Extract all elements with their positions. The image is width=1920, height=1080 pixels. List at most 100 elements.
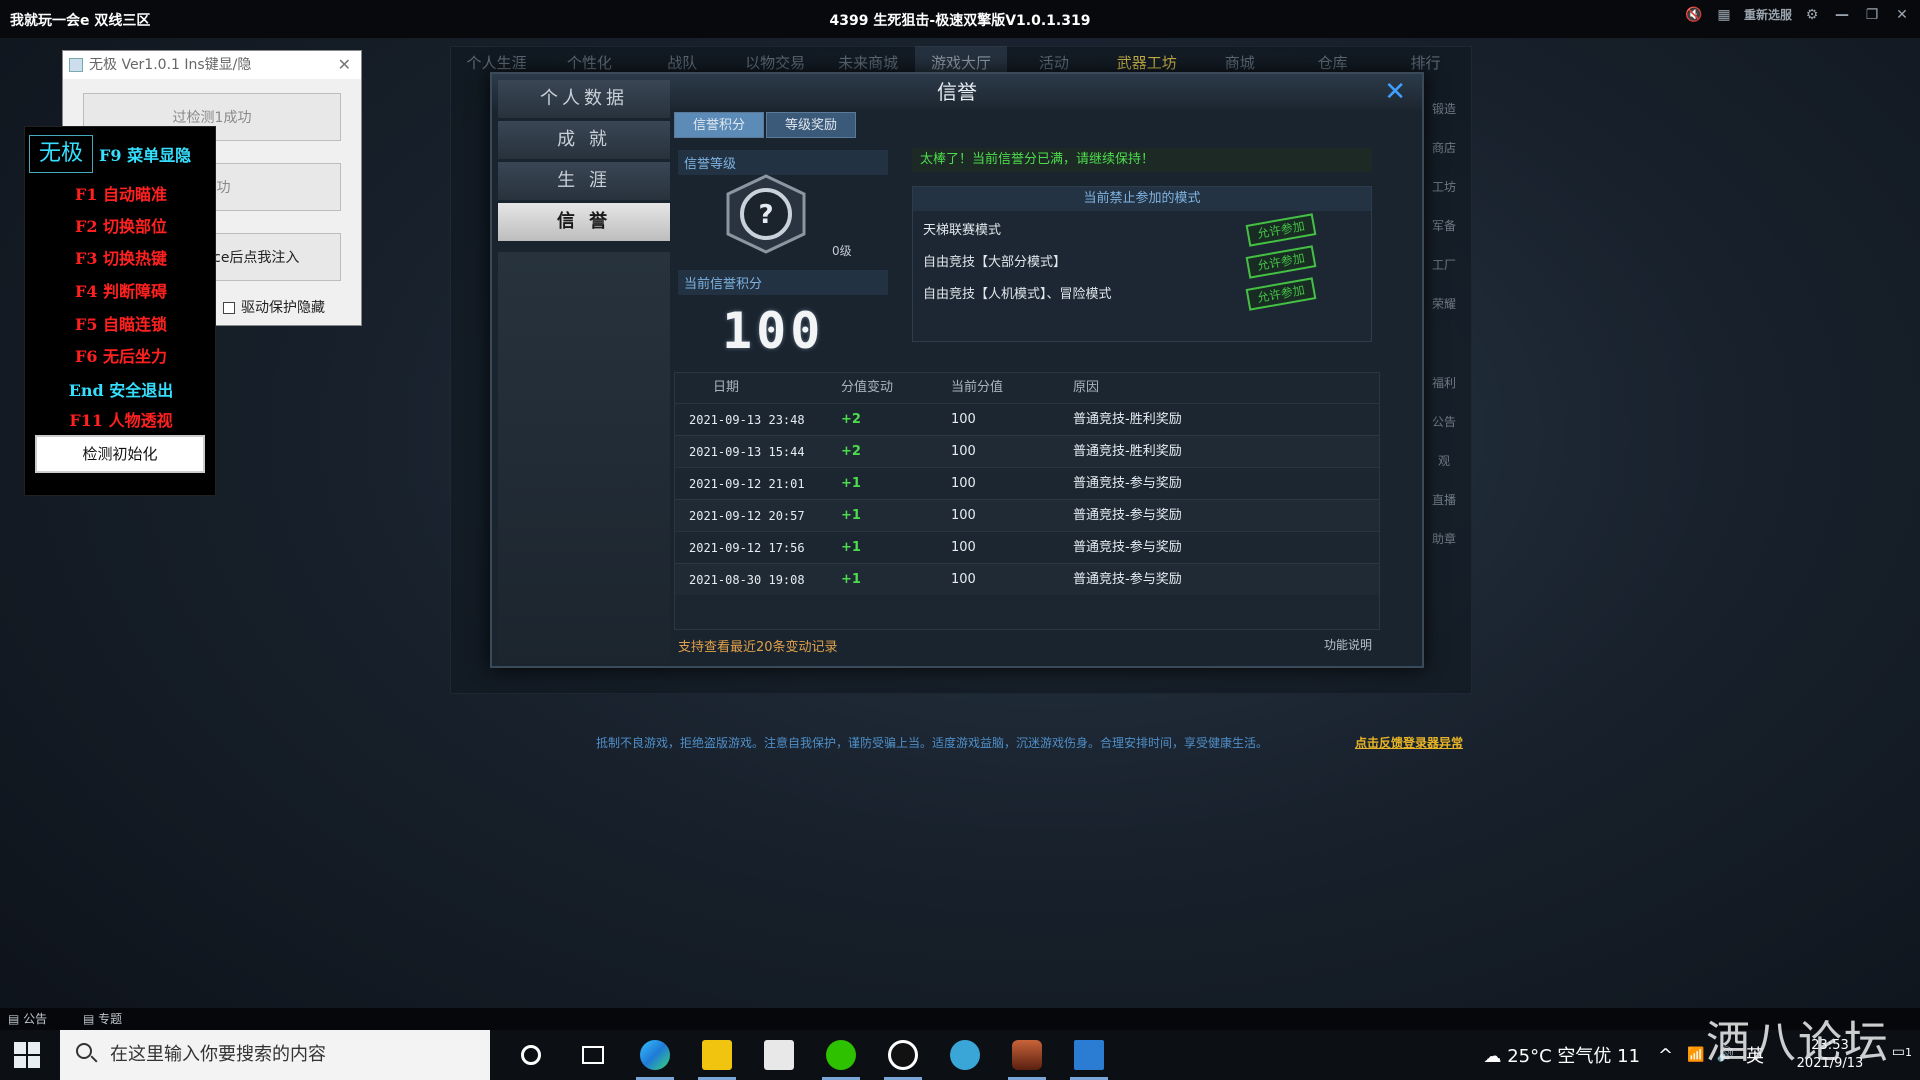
feedback-link[interactable]: 点击反馈登录器异常: [1355, 734, 1463, 751]
edge-icon[interactable]: [624, 1030, 686, 1080]
window-app-icon[interactable]: [1058, 1030, 1120, 1080]
game-icon[interactable]: [996, 1030, 1058, 1080]
reselect-server-button[interactable]: 重新选服: [1744, 6, 1792, 23]
tab-level-rewards[interactable]: 等级奖励: [766, 112, 856, 138]
mode-row: 自由竞技【大部分模式】 允许参加: [913, 245, 1371, 279]
status-topics-label: 专题: [98, 1012, 123, 1026]
row-date: 2021-09-12 21:01: [689, 477, 805, 491]
row-value: 100: [951, 572, 976, 587]
allow-stamp: 允许参加: [1245, 245, 1317, 279]
row-date: 2021-09-12 17:56: [689, 541, 805, 555]
help-link[interactable]: 功能说明: [1324, 636, 1372, 653]
row-reason: 普通竞技-参与奖励: [1073, 540, 1182, 555]
side-item-personal-data[interactable]: 个人数据: [498, 80, 670, 118]
table-row: 2021-08-30 19:08 +1 100 普通竞技-参与奖励: [675, 563, 1379, 595]
notification-icon[interactable]: ▭1: [1892, 1044, 1912, 1060]
settings-icon[interactable]: ⚙: [1802, 7, 1822, 23]
wechat-icon[interactable]: [810, 1030, 872, 1080]
row-change: +1: [841, 508, 861, 523]
mode-name: 自由竞技【人机模式】、冒险模式: [923, 287, 1112, 302]
side-benefits[interactable]: 福利: [1424, 364, 1464, 403]
row-change: +1: [841, 572, 861, 587]
row-change: +2: [841, 444, 861, 459]
hotkey-f1: F1 自动瞄准: [74, 185, 168, 204]
window-title: 4399 生死狙击-极速双擎版V1.0.1.319: [829, 13, 1091, 29]
score-label: 当前信誉积分: [678, 270, 888, 295]
side-live[interactable]: 直播: [1424, 481, 1464, 520]
side-watch[interactable]: 观: [1424, 442, 1464, 481]
close-window-button[interactable]: ✕: [1892, 7, 1912, 23]
side-factory[interactable]: 工厂: [1424, 246, 1464, 285]
side-item-reputation[interactable]: 信 誉: [498, 203, 670, 241]
side-store[interactable]: 商店: [1424, 129, 1464, 168]
restore-button[interactable]: ❐: [1862, 7, 1882, 23]
file-explorer-icon[interactable]: [686, 1030, 748, 1080]
records-header: 日期 分值变动 当前分值 原因: [675, 373, 1379, 403]
reputation-score: 100: [722, 302, 825, 360]
tab-reputation-score[interactable]: 信誉积分: [674, 112, 764, 138]
side-notice[interactable]: 公告: [1424, 403, 1464, 442]
dialog-side-menu: 个人数据 成 就 生 涯 信 誉: [498, 80, 670, 244]
qq-icon[interactable]: [872, 1030, 934, 1080]
rank-badge-icon: ?: [726, 174, 806, 254]
minimize-button[interactable]: —: [1832, 7, 1852, 23]
allow-stamp: 允许参加: [1245, 213, 1317, 247]
driver-protect-checkbox[interactable]: 驱动保护隐藏: [223, 297, 325, 317]
reputation-tabs: 信誉积分 等级奖励: [674, 112, 856, 138]
taskbar-search[interactable]: 在这里输入你要搜索的内容: [60, 1030, 490, 1080]
tray-overflow-icon[interactable]: ^: [1658, 1045, 1673, 1066]
mute-icon[interactable]: 🔇: [1684, 7, 1704, 23]
cortana-icon[interactable]: [500, 1030, 562, 1080]
table-row: 2021-09-13 23:48 +2 100 普通竞技-胜利奖励: [675, 403, 1379, 435]
side-glory[interactable]: 荣耀: [1424, 285, 1464, 324]
row-value: 100: [951, 540, 976, 555]
checkbox-box[interactable]: [223, 302, 235, 314]
window-titlebar: 我就玩一会e 双线三区 4399 生死狙击-极速双擎版V1.0.1.319 🔇 …: [0, 0, 1920, 38]
search-placeholder: 在这里输入你要搜索的内容: [110, 1044, 326, 1065]
status-topics[interactable]: ▤ 专题: [83, 1012, 138, 1026]
hotkey-end: End 安全退出: [68, 381, 174, 400]
right-side-menu: 锻造 商店 工坊 军备 工厂 荣耀 福利 公告 观 直播 助章: [1424, 90, 1464, 559]
health-gaming-tip: 抵制不良游戏，拒绝盗版游戏。注意自我保护，谨防受骗上当。适度游戏益脑，沉迷游戏伤…: [596, 736, 1269, 750]
menu-toggle-hint: F9 菜单显隐: [99, 146, 192, 165]
start-button[interactable]: [14, 1042, 40, 1068]
rank-panel: 信誉等级 ? 0级: [678, 150, 888, 290]
row-reason: 普通竞技-参与奖励: [1073, 572, 1182, 587]
table-row: 2021-09-12 17:56 +1 100 普通竞技-参与奖励: [675, 531, 1379, 563]
mode-name: 自由竞技【大部分模式】: [923, 255, 1067, 270]
network-icon[interactable]: 📶: [1687, 1047, 1704, 1063]
side-forge[interactable]: 锻造: [1424, 90, 1464, 129]
side-item-career[interactable]: 生 涯: [498, 162, 670, 200]
side-menu-background: [498, 252, 670, 664]
app-icon[interactable]: [934, 1030, 996, 1080]
full-score-notice: 太棒了！当前信誉分已满，请继续保持！: [912, 148, 1372, 172]
window-controls: 🔇 ▦ 重新选服 ⚙ — ❐ ✕: [1684, 6, 1912, 23]
row-change: +2: [841, 412, 861, 427]
side-item-achievements[interactable]: 成 就: [498, 121, 670, 159]
row-value: 100: [951, 412, 976, 427]
row-reason: 普通竞技-参与奖励: [1073, 476, 1182, 491]
hotkey-f5: F5 自瞄连锁: [74, 315, 168, 334]
status-notice-label: 公告: [23, 1012, 48, 1026]
banned-modes-title: 当前禁止参加的模式: [913, 187, 1371, 211]
forum-watermark: 酒八论坛: [1706, 1017, 1890, 1068]
row-date: 2021-09-12 20:57: [689, 509, 805, 523]
side-workshop[interactable]: 工坊: [1424, 168, 1464, 207]
taskbar-apps: [500, 1030, 1120, 1080]
row-reason: 普通竞技-参与奖励: [1073, 508, 1182, 523]
side-armory[interactable]: 军备: [1424, 207, 1464, 246]
close-icon[interactable]: ✕: [1384, 78, 1406, 106]
store-icon[interactable]: [748, 1030, 810, 1080]
row-reason: 普通竞技-胜利奖励: [1073, 444, 1182, 459]
weather-widget[interactable]: ☁ 25°C 空气优 11: [1483, 1042, 1640, 1068]
status-notice[interactable]: ▤ 公告: [8, 1012, 63, 1026]
row-change: +1: [841, 540, 861, 555]
task-view-icon[interactable]: [562, 1030, 624, 1080]
banned-modes-panel: 当前禁止参加的模式 天梯联赛模式 允许参加 自由竞技【大部分模式】 允许参加 自…: [912, 186, 1372, 342]
overlay-menu: 无极 F9 菜单显隐 F1 自动瞄准 F2 切换部位 F3 切换热键 F4 判断…: [24, 126, 216, 496]
side-medal[interactable]: 助章: [1424, 520, 1464, 559]
row-date: 2021-09-13 23:48: [689, 413, 805, 427]
close-icon[interactable]: ✕: [338, 51, 351, 79]
init-detect-button[interactable]: 检测初始化: [35, 435, 205, 473]
grid-icon[interactable]: ▦: [1714, 7, 1734, 23]
